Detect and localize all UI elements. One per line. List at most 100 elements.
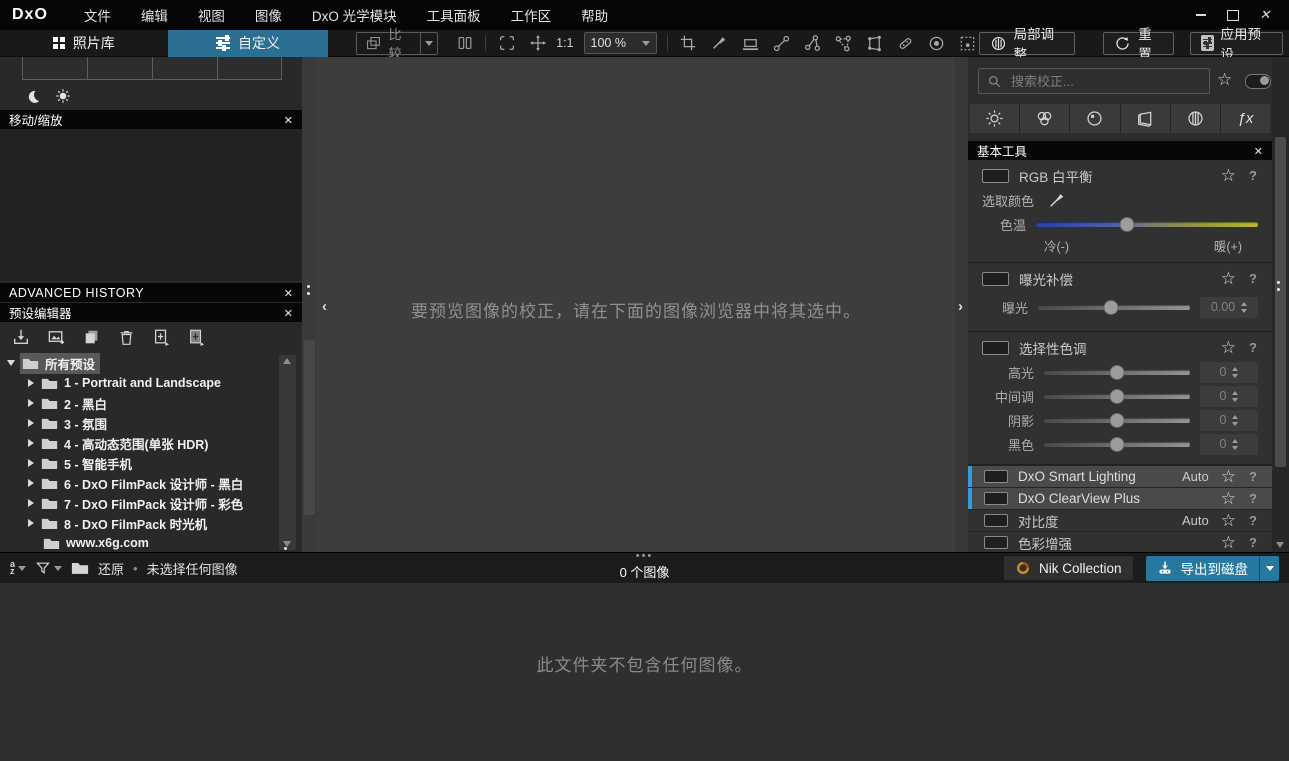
- help-icon[interactable]: ?: [1246, 535, 1260, 550]
- pick-color-eyedropper-icon[interactable]: [1048, 191, 1066, 209]
- create-preset-from-image-icon[interactable]: [47, 328, 66, 347]
- scrollbar-thumb[interactable]: [1275, 137, 1286, 467]
- expand-arrow-icon[interactable]: [28, 419, 34, 427]
- tree-item-preset-folder[interactable]: 4 - 高动态范围(单张 HDR): [0, 433, 278, 453]
- menu-file[interactable]: 文件: [84, 5, 111, 25]
- temperature-slider[interactable]: [1036, 216, 1258, 232]
- search-input[interactable]: [1009, 72, 1183, 90]
- apply-preset-button[interactable]: 应用预设: [1190, 27, 1283, 62]
- right-panel-splitter[interactable]: ›: [955, 57, 968, 552]
- slider-handle[interactable]: [1119, 216, 1135, 232]
- tree-item-preset-folder[interactable]: 2 - 黑白: [0, 393, 278, 413]
- blacks-slider[interactable]: [1044, 436, 1190, 452]
- expand-arrow-icon[interactable]: [28, 479, 34, 487]
- color-rendering-row[interactable]: 色彩增强 ?: [968, 531, 1272, 553]
- spinner-icon[interactable]: [1232, 414, 1239, 426]
- midtones-slider[interactable]: [1044, 388, 1190, 404]
- highlights-value-box[interactable]: 0: [1200, 361, 1258, 383]
- favorites-filter-star-icon[interactable]: [1217, 70, 1232, 90]
- tab-light[interactable]: [970, 104, 1021, 133]
- selective-tone-checkbox[interactable]: [982, 340, 1009, 355]
- right-panel-scrollbar[interactable]: [1272, 57, 1289, 552]
- preset-editor-palette-header[interactable]: 预设编辑器: [0, 303, 302, 322]
- spinner-icon[interactable]: [1232, 390, 1239, 402]
- menu-workspace[interactable]: 工作区: [511, 5, 552, 25]
- exposure-slider[interactable]: [1038, 299, 1190, 315]
- compare-dropdown[interactable]: [419, 32, 437, 54]
- tab-local-adjustments[interactable]: [1171, 104, 1221, 133]
- favorite-star-icon[interactable]: [1221, 511, 1236, 531]
- tab-photolibrary[interactable]: 照片库: [0, 30, 168, 57]
- slider-handle[interactable]: [1109, 364, 1125, 380]
- slider-handle[interactable]: [1109, 412, 1125, 428]
- perspective-tool-icon[interactable]: [864, 32, 885, 54]
- preset-tree-scrollbar[interactable]: [279, 355, 296, 557]
- tab-effects[interactable]: [1221, 104, 1270, 133]
- histogram-channel-bar[interactable]: [22, 57, 282, 80]
- advanced-history-palette-header[interactable]: ADVANCED HISTORY: [0, 283, 302, 302]
- local-adjustments-button[interactable]: 局部调整: [978, 27, 1076, 62]
- close-palette-icon[interactable]: [284, 306, 293, 320]
- left-panel-splitter[interactable]: [302, 57, 317, 552]
- crop-tool-icon[interactable]: [678, 32, 699, 54]
- favorite-star-icon[interactable]: [1221, 533, 1236, 553]
- repair-tool-icon[interactable]: [895, 32, 916, 54]
- tree-item-preset-folder[interactable]: 8 - DxO FilmPack 时光机: [0, 513, 278, 533]
- tree-item-preset-folder[interactable]: 3 - 氛围: [0, 413, 278, 433]
- compare-button[interactable]: 比较: [357, 27, 419, 61]
- active-corrections-toggle[interactable]: [1245, 74, 1271, 89]
- collapse-right-panel-arrow[interactable]: ›: [958, 298, 963, 315]
- tree-item-all-presets[interactable]: 所有预设: [0, 353, 278, 374]
- browser-resize-grip[interactable]: •••: [0, 551, 1289, 562]
- expand-arrow-icon[interactable]: [28, 459, 34, 467]
- highlights-slider[interactable]: [1044, 364, 1190, 380]
- favorite-star-icon[interactable]: [1221, 467, 1236, 487]
- help-icon[interactable]: ?: [1246, 168, 1260, 183]
- tree-item-preset-folder[interactable]: 5 - 智能手机: [0, 453, 278, 473]
- menu-view[interactable]: 视图: [198, 5, 225, 25]
- pan-move-icon[interactable]: [527, 32, 548, 54]
- menu-optics-modules[interactable]: DxO 光学模块: [312, 5, 397, 25]
- highlight-clipping-sun-icon[interactable]: [55, 88, 71, 104]
- color-picker-tool-icon[interactable]: [709, 32, 730, 54]
- expand-arrow-icon[interactable]: [28, 399, 34, 407]
- shadows-value-box[interactable]: 0: [1200, 409, 1258, 431]
- slider-handle[interactable]: [1103, 299, 1119, 315]
- help-icon[interactable]: ?: [1246, 469, 1260, 484]
- color-rendering-checkbox[interactable]: [984, 536, 1008, 549]
- slider-handle[interactable]: [1109, 388, 1125, 404]
- expand-arrow-icon[interactable]: [28, 379, 34, 387]
- export-preset-icon[interactable]: [152, 328, 170, 346]
- slider-handle[interactable]: [1109, 436, 1125, 452]
- contrast-checkbox[interactable]: [984, 514, 1008, 527]
- scroll-up-icon[interactable]: [283, 358, 291, 364]
- splitter-grip[interactable]: [307, 285, 310, 295]
- close-palette-icon[interactable]: [284, 113, 293, 127]
- horizon-tool-icon[interactable]: [740, 32, 761, 54]
- scroll-down-icon[interactable]: [1276, 542, 1284, 548]
- smart-lighting-row[interactable]: DxO Smart Lighting Auto ?: [968, 465, 1272, 487]
- zoom-level-dropdown[interactable]: 100 %: [583, 32, 657, 54]
- search-correction-box[interactable]: [978, 68, 1210, 94]
- help-icon[interactable]: ?: [1246, 340, 1260, 355]
- close-palette-icon[interactable]: [1254, 144, 1263, 158]
- export-preset-alt-icon[interactable]: [187, 328, 205, 346]
- shadow-clipping-moon-icon[interactable]: [26, 89, 41, 104]
- spinner-icon[interactable]: [1232, 366, 1239, 378]
- help-icon[interactable]: ?: [1246, 513, 1260, 528]
- help-icon[interactable]: ?: [1246, 271, 1260, 286]
- reset-button[interactable]: 重置: [1103, 27, 1175, 62]
- tree-item-preset-folder[interactable]: 1 - Portrait and Landscape: [0, 373, 278, 393]
- favorite-star-icon[interactable]: [1221, 269, 1236, 289]
- spinner-icon[interactable]: [1241, 301, 1248, 313]
- tree-item-preset-folder[interactable]: www.x6g.com: [0, 533, 278, 552]
- expand-arrow-icon[interactable]: [28, 499, 34, 507]
- menu-image[interactable]: 图像: [255, 5, 282, 25]
- collapse-arrow-icon[interactable]: [7, 360, 15, 366]
- splitter-grip[interactable]: [1277, 281, 1280, 291]
- shadows-slider[interactable]: [1044, 412, 1190, 428]
- red-eye-tool-icon[interactable]: [926, 32, 947, 54]
- polygon-tool-icon[interactable]: [833, 32, 854, 54]
- tab-geometry[interactable]: [1121, 104, 1171, 133]
- left-panel-scrollbar-thumb[interactable]: [304, 340, 315, 515]
